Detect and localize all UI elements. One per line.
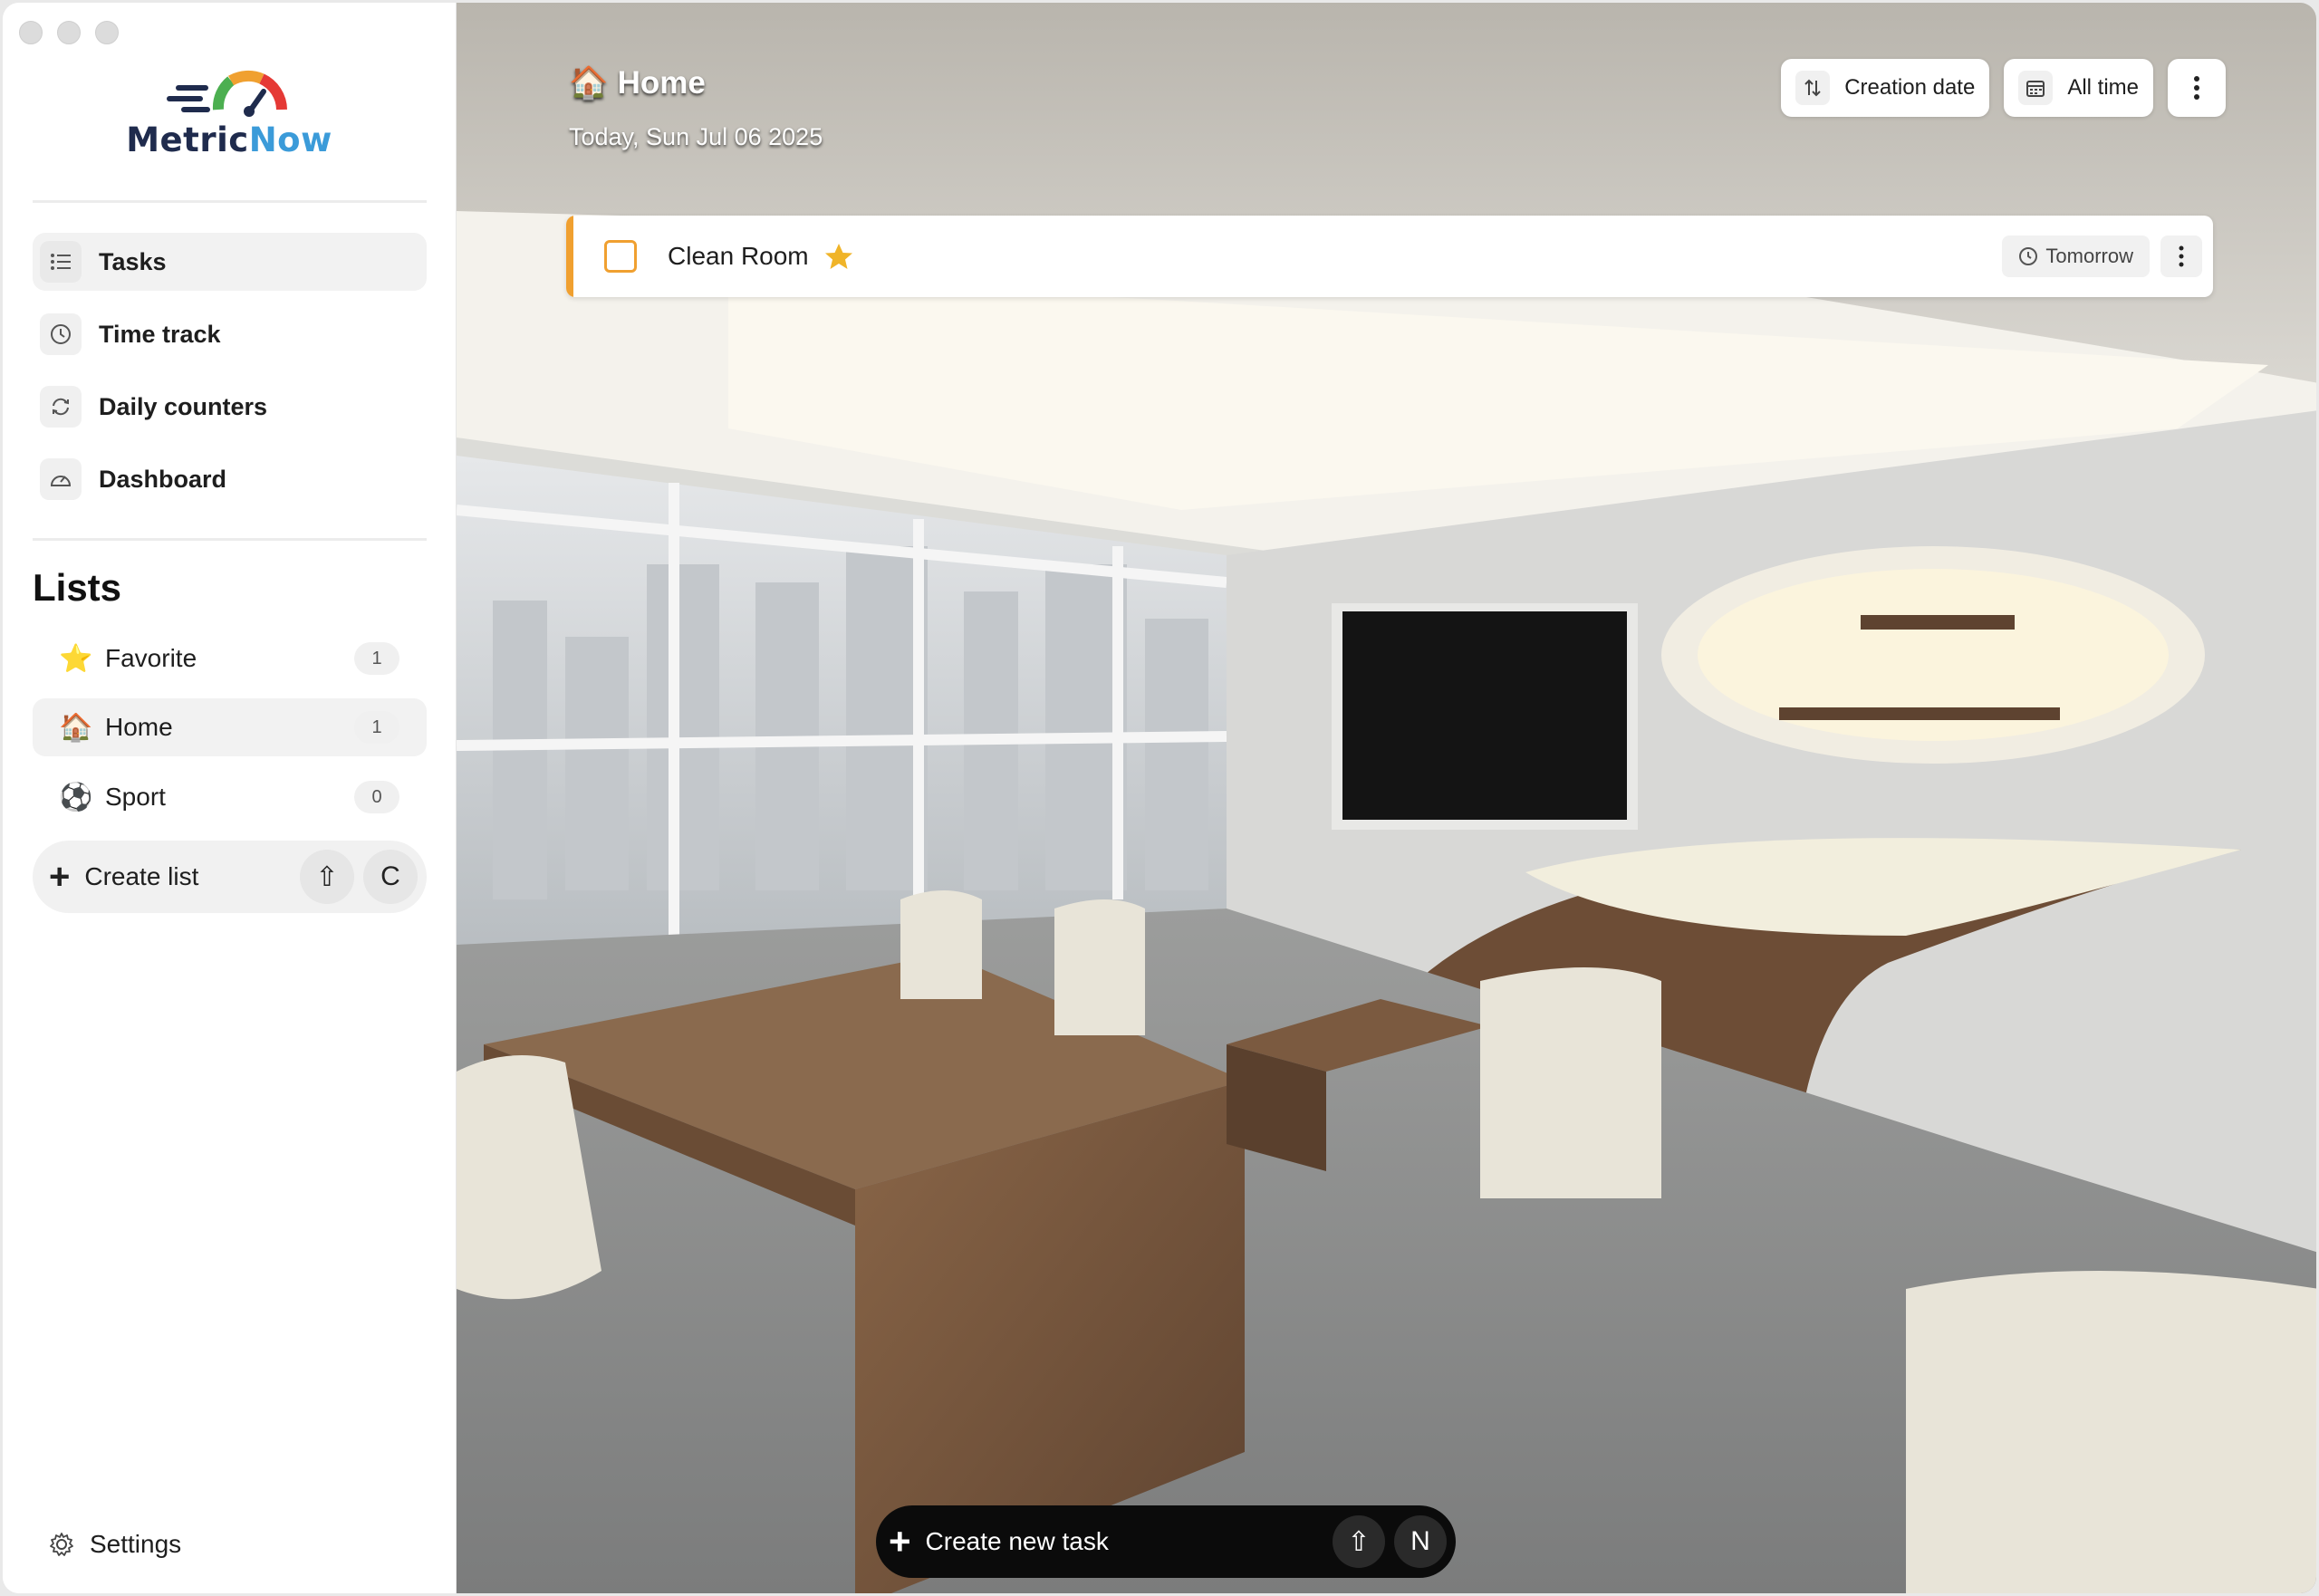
star-icon: ⭐ — [59, 643, 93, 674]
house-icon: 🏠 — [59, 712, 93, 743]
count-badge: 1 — [354, 711, 399, 744]
list-label: Home — [105, 713, 173, 741]
nav-label: Tasks — [99, 247, 167, 275]
divider — [33, 538, 427, 541]
plus-icon: + — [889, 1520, 911, 1562]
list-label: Sport — [105, 783, 166, 811]
sidebar: MetricNow Tasks Time track Daily counter… — [3, 3, 457, 1593]
create-task-button[interactable]: + Create new task ⇧ N — [876, 1505, 1456, 1578]
soccer-ball-icon: ⚽ — [59, 782, 93, 812]
divider — [33, 200, 427, 203]
lists-heading: Lists — [33, 566, 122, 609]
clock-icon — [2019, 247, 2038, 265]
sort-label: Creation date — [1844, 75, 1976, 100]
count-badge: 0 — [354, 781, 399, 813]
speedometer-logo-icon — [167, 70, 287, 117]
vertical-dots-icon — [2194, 76, 2199, 100]
create-task-label: Create new task — [925, 1527, 1109, 1555]
date-range-label: All time — [2067, 75, 2139, 100]
clock-icon — [40, 313, 82, 355]
create-list-label: Create list — [84, 862, 199, 890]
app-logo: MetricNow — [57, 61, 401, 178]
favorite-star-icon[interactable] — [823, 242, 854, 271]
settings-label: Settings — [90, 1530, 182, 1558]
task-checkbox[interactable] — [604, 240, 637, 273]
toolbar: Creation date All time — [1781, 59, 2226, 117]
gauge-icon — [40, 458, 82, 500]
list-item-favorite[interactable]: ⭐ Favorite 1 — [33, 630, 427, 687]
nav-label: Time track — [99, 320, 221, 348]
list-icon — [40, 241, 82, 283]
due-date-label: Tomorrow — [2045, 245, 2133, 267]
sort-button[interactable]: Creation date — [1781, 59, 1990, 117]
vertical-dots-icon — [2179, 245, 2184, 267]
brand-name: MetricNow — [126, 120, 332, 159]
nav-label: Dashboard — [99, 465, 227, 493]
plus-icon: + — [49, 857, 71, 897]
due-date-chip[interactable]: Tomorrow — [2002, 236, 2150, 277]
nav-item-dashboard[interactable]: Dashboard — [33, 450, 427, 508]
create-list-button[interactable]: + Create list ⇧ C — [33, 841, 427, 913]
list-item-home[interactable]: 🏠 Home 1 — [33, 698, 427, 756]
more-options-button[interactable] — [2168, 59, 2226, 117]
page-header: 🏠 Home Today, Sun Jul 06 2025 — [569, 64, 823, 151]
settings-link[interactable]: Settings — [48, 1530, 181, 1559]
task-more-button[interactable] — [2160, 236, 2202, 277]
shift-key-hint: ⇧ — [300, 850, 354, 904]
zoom-window-button[interactable] — [95, 21, 119, 44]
page-title-text: Home — [617, 64, 706, 101]
minimize-window-button[interactable] — [57, 21, 81, 44]
app-window: MetricNow Tasks Time track Daily counter… — [3, 3, 2316, 1593]
task-title: Clean Room — [668, 242, 809, 270]
close-window-button[interactable] — [19, 21, 43, 44]
list-label: Favorite — [105, 644, 197, 672]
list-item-sport[interactable]: ⚽ Sport 0 — [33, 768, 427, 826]
nav-item-tasks[interactable]: Tasks — [33, 233, 427, 291]
page-title: 🏠 Home — [569, 64, 823, 101]
calendar-icon — [2018, 71, 2054, 105]
main-content: 🏠 Home Today, Sun Jul 06 2025 Creation d… — [457, 3, 2316, 1593]
n-key-hint: N — [1394, 1515, 1447, 1568]
house-icon: 🏠 — [569, 65, 609, 101]
window-controls — [19, 21, 119, 44]
nav-label: Daily counters — [99, 392, 268, 420]
nav-item-time-track[interactable]: Time track — [33, 305, 427, 363]
nav-item-daily-counters[interactable]: Daily counters — [33, 378, 427, 436]
date-range-button[interactable]: All time — [2004, 59, 2153, 117]
c-key-hint: C — [363, 850, 418, 904]
shift-key-hint: ⇧ — [1333, 1515, 1385, 1568]
refresh-icon — [40, 386, 82, 428]
page-date: Today, Sun Jul 06 2025 — [569, 123, 823, 150]
task-item[interactable]: Clean Room Tomorrow — [566, 216, 2213, 297]
gear-icon — [50, 1533, 73, 1556]
count-badge: 1 — [354, 642, 399, 675]
task-accent-bar — [566, 216, 573, 297]
sort-arrows-icon — [1795, 71, 1831, 105]
